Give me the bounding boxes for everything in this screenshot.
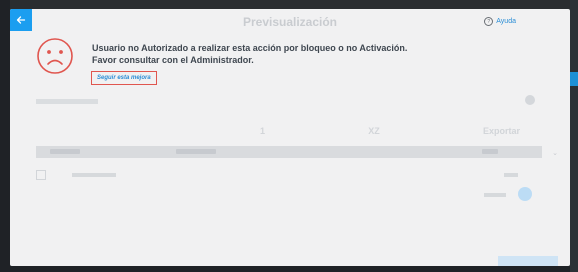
- faded-header-text: [50, 149, 80, 154]
- faded-toggle-label: [484, 193, 506, 197]
- faded-table-row: [36, 170, 542, 180]
- background-panel-left: [0, 0, 10, 272]
- faded-table-header: [36, 146, 542, 158]
- help-circle-icon: ?: [484, 17, 494, 26]
- faded-field-label: [36, 99, 98, 104]
- faded-row-text: [72, 173, 116, 177]
- background-accent: [570, 72, 578, 86]
- faded-tab-1: 1: [260, 126, 266, 136]
- faded-toggle: [518, 187, 532, 201]
- background-panel-bottom: [10, 266, 570, 272]
- faded-row-value: [504, 173, 518, 177]
- unauthorized-alert: Usuario no Autorizado a realizar esta ac…: [36, 37, 456, 93]
- faded-header-text: [482, 149, 498, 154]
- faded-checkbox: [36, 170, 46, 180]
- preview-modal: Previsualización ? Ayuda 1 XZ Exportar ⌄…: [10, 9, 570, 266]
- faded-footer-button: [498, 256, 558, 266]
- faded-chevron-icon: ⌄: [552, 150, 558, 157]
- help-link[interactable]: ? Ayuda: [484, 17, 516, 26]
- sad-face-icon: [37, 38, 73, 74]
- alert-message: Usuario no Autorizado a realizar esta ac…: [92, 43, 408, 53]
- faded-header-text: [176, 149, 216, 154]
- background-panel-right: [570, 0, 578, 272]
- follow-improvement-link[interactable]: Seguir esta mejora: [91, 71, 157, 85]
- faded-settings-icon: [525, 95, 535, 105]
- faded-tab-3: Exportar: [482, 126, 520, 136]
- faded-tabs: 1 XZ Exportar: [260, 122, 520, 140]
- help-label: Ayuda: [496, 18, 516, 25]
- alert-message-detail: Favor consultar con el Administrador.: [92, 55, 254, 65]
- faded-tab-2: XZ: [368, 126, 380, 136]
